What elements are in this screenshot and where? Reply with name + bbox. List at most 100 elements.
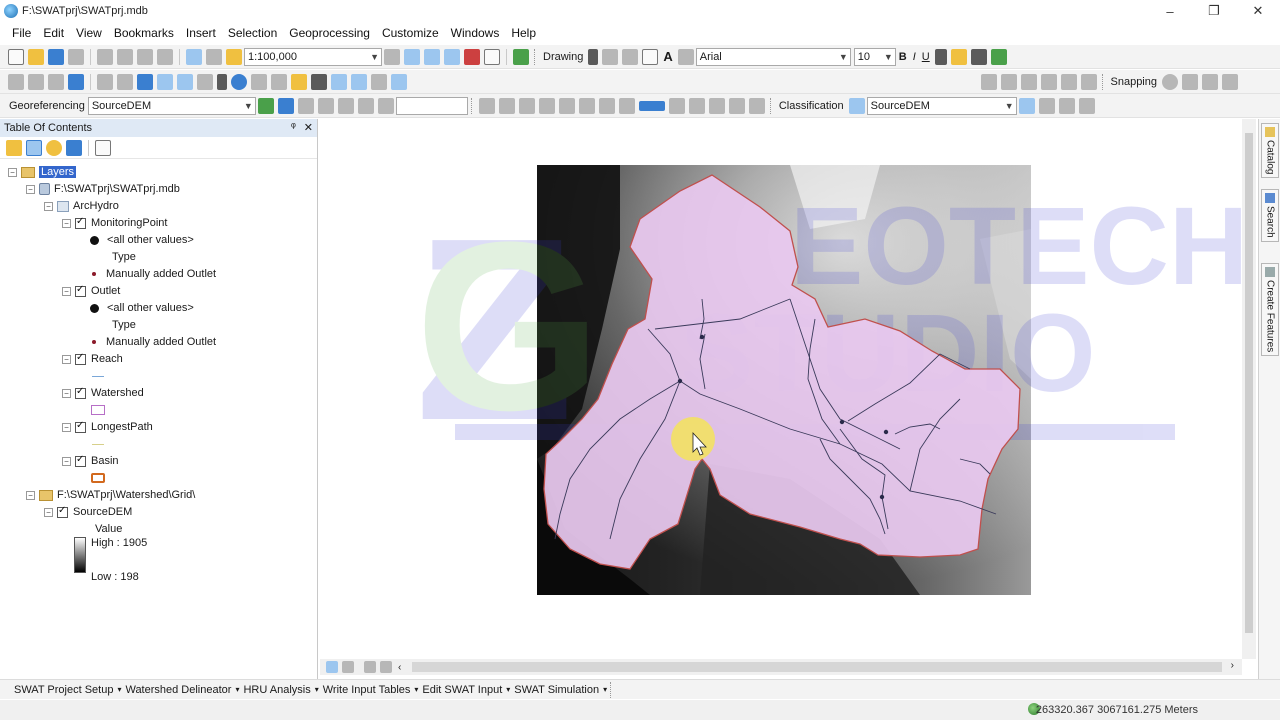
find-binoculars-icon[interactable] (311, 73, 327, 90)
layer-watershed[interactable]: − Watershed (62, 385, 144, 401)
classification-layer-combo[interactable]: SourceDEM ▼ (866, 96, 1017, 115)
pointer-arrow-icon[interactable] (217, 73, 227, 90)
watershed-delineator-menu[interactable]: Watershed Delineator (121, 684, 235, 696)
menu-insert[interactable]: Insert (180, 26, 222, 40)
map-display[interactable]: Z G EOTECH STUDIO (320, 119, 1242, 657)
collapse-icon[interactable]: − (62, 388, 71, 398)
collapse-icon[interactable]: − (62, 286, 71, 296)
close-button[interactable]: ✕ (1236, 0, 1280, 22)
font-color-icon[interactable] (934, 48, 947, 65)
collapse-icon[interactable]: − (62, 218, 71, 228)
yellow-line-symbol[interactable] (92, 443, 104, 445)
layer-outlet[interactable]: − Outlet (62, 283, 120, 299)
layers-node[interactable]: − Layers (8, 164, 77, 180)
rotate-raster-icon[interactable] (277, 97, 294, 114)
north-arrow-icon[interactable] (708, 97, 725, 114)
map-horizontal-scrollbar[interactable] (412, 662, 1222, 672)
maximize-button[interactable]: ❐ (1192, 0, 1236, 22)
map-scale-combo[interactable]: 1:100,000 ▼ (244, 47, 382, 66)
end-snapping-icon[interactable] (1182, 73, 1198, 90)
scale-raster-icon[interactable] (317, 97, 334, 114)
edit-vertices-icon[interactable] (677, 48, 694, 65)
collapse-icon[interactable]: − (8, 167, 17, 177)
visibility-checkbox[interactable] (75, 454, 86, 467)
table-of-contents-icon[interactable] (404, 48, 420, 65)
tab-create-features[interactable]: Create Features (1261, 263, 1279, 357)
list-by-visibility-icon[interactable] (46, 139, 62, 156)
rotation-angle-input[interactable] (395, 96, 468, 115)
grid-folder-node[interactable]: − F:\SWATprj\Watershed\Grid\ (26, 487, 195, 503)
georeferencing-menu[interactable]: Georeferencing (6, 100, 88, 112)
time-slider-icon[interactable] (371, 73, 387, 90)
arctoolbox-icon[interactable] (464, 48, 480, 65)
menu-file[interactable]: File (6, 26, 37, 40)
layer-sourcedem[interactable]: − SourceDEM (44, 504, 132, 520)
back-arrow-icon[interactable] (137, 73, 153, 90)
flicker-icon[interactable] (498, 97, 515, 114)
line-color-icon[interactable] (970, 48, 987, 65)
fill-color-icon[interactable] (950, 48, 967, 65)
layer-basin[interactable]: − Basin (62, 453, 119, 469)
zoom-out-icon[interactable] (28, 73, 44, 90)
underline-button[interactable]: U (919, 51, 933, 63)
full-extent-globe-icon[interactable] (68, 73, 84, 90)
copy-icon[interactable] (117, 48, 133, 65)
scroll-left-icon[interactable]: ‹ (398, 662, 401, 673)
straight-segment-icon[interactable] (1020, 73, 1037, 90)
go-to-xy-icon[interactable] (351, 73, 367, 90)
visibility-checkbox[interactable] (75, 386, 86, 399)
tab-search[interactable]: Search (1261, 189, 1279, 242)
select-elements-icon[interactable] (588, 48, 599, 65)
scrollbar-thumb[interactable] (1245, 133, 1253, 633)
find-route-icon[interactable] (331, 73, 347, 90)
collapse-icon[interactable]: − (44, 507, 53, 517)
cut-icon[interactable] (97, 48, 113, 65)
viewer-icon[interactable] (357, 97, 374, 114)
attributes-icon[interactable] (1060, 73, 1077, 90)
delete-icon[interactable] (157, 48, 173, 65)
italic-button[interactable]: I (910, 51, 919, 63)
swipe-layer-icon[interactable] (478, 97, 495, 114)
print-icon[interactable] (68, 48, 84, 65)
layout-view-icon[interactable] (342, 661, 354, 673)
graph-icon[interactable] (748, 97, 765, 114)
drawing-menu[interactable]: Drawing (540, 51, 586, 63)
menu-windows[interactable]: Windows (445, 26, 506, 40)
topology-icon[interactable] (598, 97, 615, 114)
classification-menu[interactable]: Classification (776, 100, 847, 112)
collapse-icon[interactable]: − (26, 490, 35, 500)
zoom-in-icon[interactable] (8, 73, 24, 90)
red-dot-symbol[interactable] (92, 340, 96, 344)
measure-icon[interactable] (291, 73, 307, 90)
rotation-angle-icon[interactable] (377, 97, 394, 114)
map-canvas[interactable]: Z G EOTECH STUDIO (320, 119, 1242, 657)
font-size-combo[interactable]: 10 ▼ (853, 47, 896, 66)
list-by-drawing-order-icon[interactable] (6, 139, 22, 156)
visibility-checkbox[interactable] (75, 352, 86, 365)
redo-icon[interactable] (206, 48, 222, 65)
visibility-checkbox[interactable] (75, 216, 86, 229)
visibility-checkbox[interactable] (57, 505, 68, 518)
purple-polygon-symbol[interactable] (91, 405, 105, 415)
fixed-zoom-out-icon[interactable] (117, 73, 133, 90)
trace-icon[interactable] (1040, 73, 1057, 90)
edit-annotation-icon[interactable] (1000, 73, 1017, 90)
python-window-icon[interactable] (484, 48, 500, 65)
options-icon[interactable] (95, 139, 111, 156)
map-vertical-scrollbar[interactable] (1242, 119, 1256, 659)
collapse-icon[interactable]: − (26, 184, 35, 194)
shift-raster-icon[interactable] (297, 97, 314, 114)
scroll-right-icon[interactable]: › (1231, 660, 1234, 671)
zoom-to-selected-icon[interactable] (622, 48, 639, 65)
font-name-combo[interactable]: Arial ▼ (695, 47, 851, 66)
tab-catalog[interactable]: Catalog (1261, 123, 1279, 179)
database-node[interactable]: − F:\SWATprj\SWATprj.mdb (26, 181, 180, 197)
edge-snapping-icon[interactable] (1222, 73, 1238, 90)
catalog-window-icon[interactable] (424, 48, 440, 65)
layers-label[interactable]: Layers (39, 166, 77, 178)
view-link-table-icon[interactable] (337, 97, 354, 114)
interactive-supervised-icon[interactable] (1038, 97, 1055, 114)
overflow-icon[interactable] (1078, 97, 1095, 114)
menu-customize[interactable]: Customize (376, 26, 445, 40)
pan-hand-icon[interactable] (48, 73, 64, 90)
